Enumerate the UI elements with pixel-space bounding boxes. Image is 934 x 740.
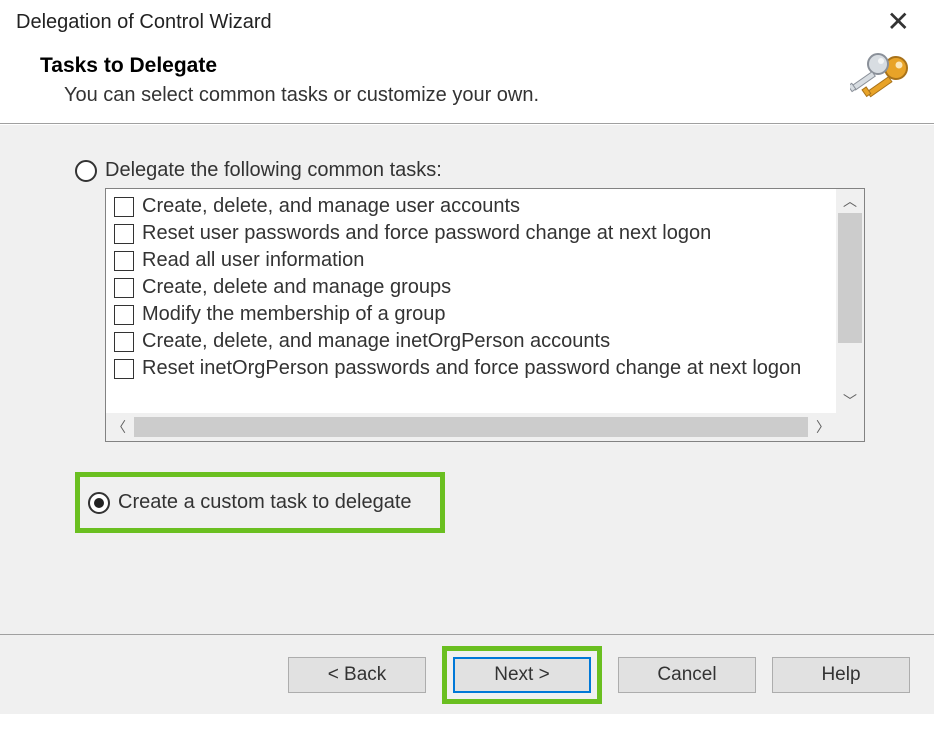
task-label: Create, delete, and manage user accounts bbox=[142, 195, 520, 218]
list-item[interactable]: Create, delete, and manage user accounts bbox=[114, 193, 828, 220]
list-item[interactable]: Create, delete, and manage inetOrgPerson… bbox=[114, 328, 828, 355]
content-panel: Delegate the following common tasks: Cre… bbox=[0, 124, 934, 634]
scroll-thumb[interactable] bbox=[134, 417, 808, 437]
checkbox-icon[interactable] bbox=[114, 332, 134, 352]
scroll-thumb[interactable] bbox=[838, 213, 862, 343]
scroll-up-icon[interactable]: ︿ bbox=[836, 189, 864, 213]
next-button[interactable]: Next > bbox=[453, 657, 591, 693]
task-label: Modify the membership of a group bbox=[142, 303, 446, 326]
radio-common-label: Delegate the following common tasks: bbox=[105, 159, 442, 182]
tasks-scroll-viewport: Create, delete, and manage user accounts… bbox=[106, 189, 836, 413]
radio-custom-task[interactable]: Create a custom task to delegate bbox=[88, 491, 412, 514]
titlebar: Delegation of Control Wizard ✕ bbox=[0, 0, 934, 42]
radio-icon bbox=[75, 160, 97, 182]
list-item[interactable]: Create, delete and manage groups bbox=[114, 274, 828, 301]
checkbox-icon[interactable] bbox=[114, 278, 134, 298]
page-title: Tasks to Delegate bbox=[40, 54, 914, 78]
radio-custom-label: Create a custom task to delegate bbox=[118, 491, 412, 514]
wizard-footer: < Back Next > Cancel Help bbox=[0, 634, 934, 714]
list-item[interactable]: Reset inetOrgPerson passwords and force … bbox=[114, 355, 828, 382]
list-item[interactable]: Modify the membership of a group bbox=[114, 301, 828, 328]
page-subtitle: You can select common tasks or customize… bbox=[64, 84, 914, 107]
cancel-button[interactable]: Cancel bbox=[618, 657, 756, 693]
list-item[interactable]: Read all user information bbox=[114, 247, 828, 274]
task-label: Reset inetOrgPerson passwords and force … bbox=[142, 357, 801, 380]
checkbox-icon[interactable] bbox=[114, 359, 134, 379]
keys-icon bbox=[850, 52, 914, 108]
list-item[interactable]: Reset user passwords and force password … bbox=[114, 220, 828, 247]
task-label: Reset user passwords and force password … bbox=[142, 222, 711, 245]
checkbox-icon[interactable] bbox=[114, 305, 134, 325]
window-title: Delegation of Control Wizard bbox=[16, 11, 272, 34]
task-label: Create, delete and manage groups bbox=[142, 276, 451, 299]
wizard-header: Tasks to Delegate You can select common … bbox=[0, 42, 934, 123]
checkbox-icon[interactable] bbox=[114, 224, 134, 244]
scroll-left-icon[interactable]: 〈 bbox=[106, 413, 132, 441]
highlight-next-button: Next > bbox=[442, 646, 602, 704]
help-button[interactable]: Help bbox=[772, 657, 910, 693]
highlight-custom-task: Create a custom task to delegate bbox=[75, 472, 445, 533]
checkbox-icon[interactable] bbox=[114, 197, 134, 217]
scroll-corner bbox=[836, 413, 864, 441]
scroll-down-icon[interactable]: ﹀ bbox=[836, 389, 864, 413]
back-button[interactable]: < Back bbox=[288, 657, 426, 693]
close-icon[interactable]: ✕ bbox=[879, 8, 918, 36]
radio-checked-icon bbox=[88, 492, 110, 514]
radio-common-tasks[interactable]: Delegate the following common tasks: bbox=[75, 159, 882, 182]
task-label: Read all user information bbox=[142, 249, 364, 272]
horizontal-scrollbar[interactable]: 〈 〉 bbox=[106, 413, 836, 441]
checkbox-icon[interactable] bbox=[114, 251, 134, 271]
scroll-right-icon[interactable]: 〉 bbox=[810, 413, 836, 441]
common-tasks-listbox[interactable]: Create, delete, and manage user accounts… bbox=[105, 188, 865, 442]
task-label: Create, delete, and manage inetOrgPerson… bbox=[142, 330, 610, 353]
vertical-scrollbar[interactable]: ︿ ﹀ bbox=[836, 189, 864, 413]
